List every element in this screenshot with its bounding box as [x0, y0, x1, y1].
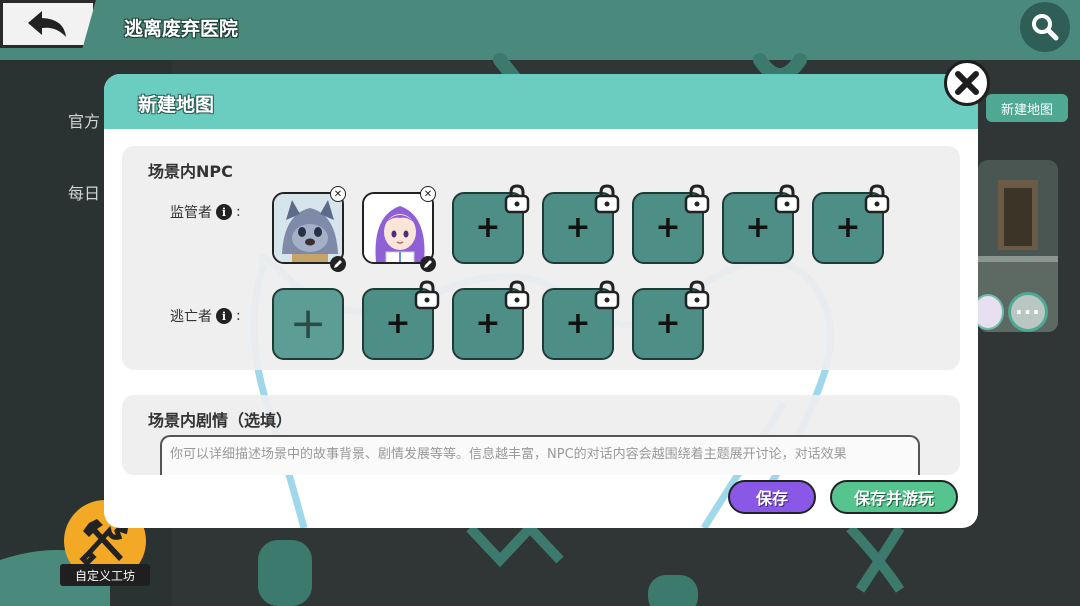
close-button[interactable] — [944, 60, 990, 106]
supervisor-label: 监管者 — [170, 205, 212, 221]
lock-icon — [414, 280, 440, 310]
escaper-slot-add[interactable]: + — [272, 288, 344, 360]
plus-icon: + — [745, 210, 771, 245]
save-and-play-button[interactable]: 保存并游玩 — [830, 480, 958, 514]
more-options-icon[interactable]: ··· — [1008, 292, 1048, 332]
supervisor-row-label: 监管者 i : — [170, 202, 241, 222]
lock-icon — [504, 184, 530, 214]
edit-icon[interactable] — [330, 256, 346, 272]
story-section-title: 场景内剧情（选填） — [148, 411, 293, 430]
npc-section-title: 场景内NPC — [148, 162, 233, 181]
escaper-slot-locked[interactable]: + — [542, 280, 620, 360]
plus-icon: + — [475, 306, 501, 341]
lock-icon — [684, 184, 710, 214]
add-icon: + — [289, 298, 327, 349]
lock-icon — [594, 184, 620, 214]
supervisor-slot-locked[interactable]: + — [452, 184, 530, 264]
escaper-row-label: 逃亡者 i : — [170, 306, 241, 326]
npc-section: 场景内NPC 监管者 i : 逃亡者 i : ✕ ✕ + + + + + + +… — [122, 146, 960, 370]
save-button[interactable]: 保存 — [728, 480, 816, 514]
sidebar-item-official[interactable]: 官方 — [68, 108, 100, 132]
lock-icon — [684, 280, 710, 310]
wolf-character-avatar — [274, 194, 342, 262]
supervisor-slot-girl[interactable] — [362, 192, 434, 264]
sidebar-item-daily[interactable]: 每日 — [68, 180, 100, 204]
close-icon — [955, 71, 979, 95]
escaper-slot-locked[interactable]: + — [632, 280, 710, 360]
new-map-button[interactable]: 新建地图 — [986, 94, 1068, 122]
escaper-label: 逃亡者 — [170, 309, 212, 325]
edit-icon[interactable] — [420, 256, 436, 272]
plus-icon: + — [475, 210, 501, 245]
search-icon — [1032, 14, 1059, 41]
purple-hair-girl-avatar — [364, 194, 432, 262]
lock-icon — [594, 280, 620, 310]
dialog-title: 新建地图 — [138, 94, 215, 116]
story-section: 场景内剧情（选填） 你可以详细描述场景中的故事背景、剧情发展等等。信息越丰富，N… — [122, 395, 960, 475]
escaper-slot-locked[interactable]: + — [362, 280, 440, 360]
dialog-header — [104, 74, 978, 129]
supervisor-slot-locked[interactable]: + — [722, 184, 800, 264]
lock-icon — [864, 184, 890, 214]
workshop-label: 自定义工坊 — [60, 564, 150, 586]
supervisor-slot-locked[interactable]: + — [632, 184, 710, 264]
remove-icon[interactable]: ✕ — [330, 186, 346, 202]
label-colon: : — [236, 308, 241, 324]
plus-icon: + — [835, 210, 861, 245]
new-map-dialog: 新建地图 场景内NPC 监管者 i : 逃亡者 i : ✕ ✕ + + + + … — [104, 74, 978, 528]
supervisor-slot-wolf[interactable] — [272, 192, 344, 264]
label-colon: : — [236, 204, 241, 220]
supervisor-slot-locked[interactable]: + — [812, 184, 890, 264]
plus-icon: + — [385, 306, 411, 341]
search-button[interactable] — [1020, 2, 1070, 52]
supervisor-slot-locked[interactable]: + — [542, 184, 620, 264]
plus-icon: + — [565, 210, 591, 245]
info-icon[interactable]: i — [216, 204, 232, 220]
escaper-slot-locked[interactable]: + — [452, 280, 530, 360]
remove-icon[interactable]: ✕ — [420, 186, 436, 202]
plus-icon: + — [655, 210, 681, 245]
back-button[interactable] — [0, 0, 96, 48]
story-textarea[interactable]: 你可以详细描述场景中的故事背景、剧情发展等等。信息越丰富，NPC的对话内容会越围… — [160, 435, 920, 475]
info-icon[interactable]: i — [216, 308, 232, 324]
back-arrow-icon — [28, 11, 66, 37]
plus-icon: + — [655, 306, 681, 341]
lock-icon — [504, 280, 530, 310]
page-title: 逃离废弃医院 — [124, 18, 239, 40]
plus-icon: + — [565, 306, 591, 341]
lock-icon — [774, 184, 800, 214]
